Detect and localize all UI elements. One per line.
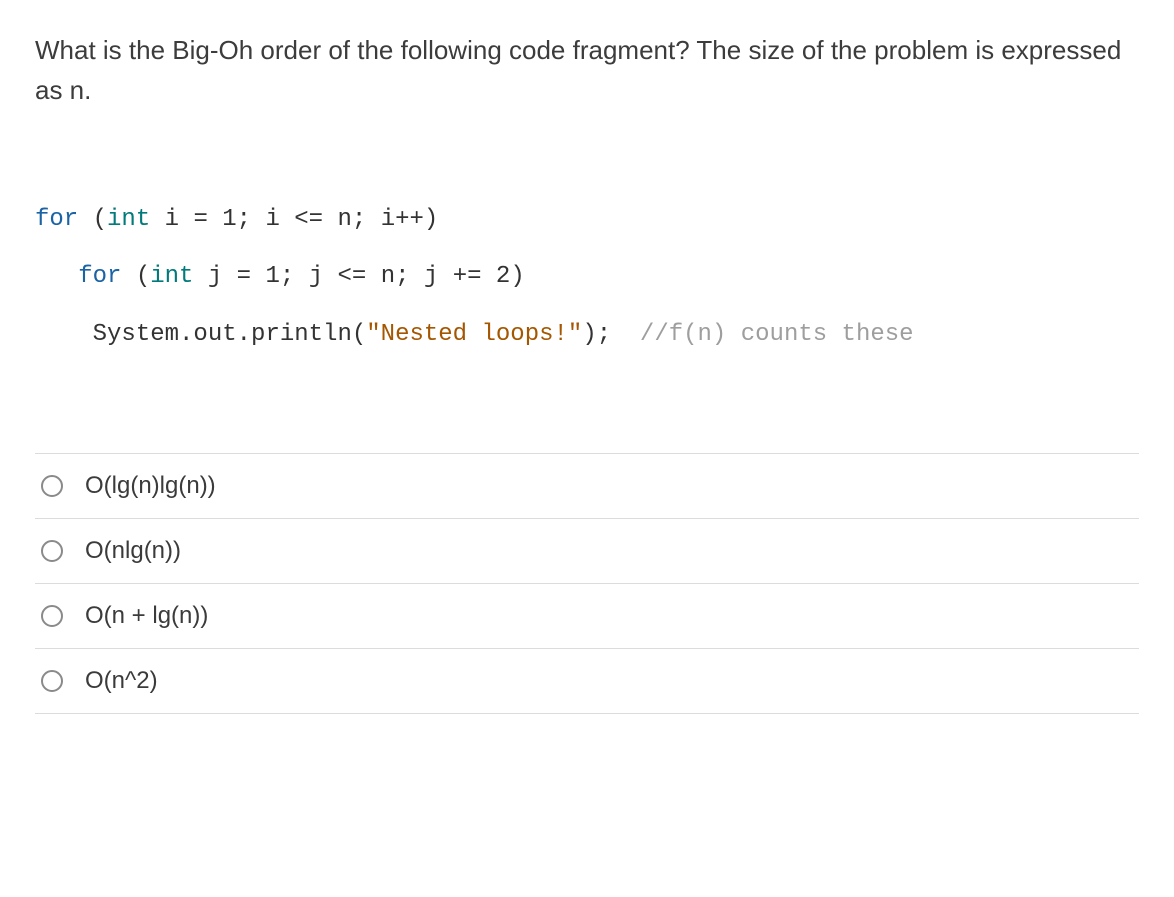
keyword-for: for — [78, 263, 121, 290]
code-line-3: System.out.println("Nested loops!"); //f… — [35, 321, 914, 348]
code-text: ( — [78, 206, 107, 233]
radio-icon — [41, 605, 63, 627]
code-indent — [35, 321, 93, 348]
radio-icon — [41, 670, 63, 692]
option-3[interactable]: O(n + lg(n)) — [35, 583, 1139, 648]
code-text: j = 1; j <= n; j += 2) — [193, 263, 524, 290]
type-int: int — [150, 263, 193, 290]
option-label: O(n + lg(n)) — [85, 602, 208, 630]
code-line-1: for (int i = 1; i <= n; i++) — [35, 206, 438, 233]
option-label: O(nlg(n)) — [85, 537, 181, 565]
option-label: O(n^2) — [85, 667, 158, 695]
code-line-2: for (int j = 1; j <= n; j += 2) — [35, 263, 525, 290]
radio-icon — [41, 475, 63, 497]
code-text: ( — [121, 263, 150, 290]
string-literal: "Nested loops!" — [366, 321, 582, 348]
radio-icon — [41, 540, 63, 562]
answer-options: O(lg(n)lg(n)) O(nlg(n)) O(n + lg(n)) O(n… — [35, 453, 1139, 714]
type-int: int — [107, 206, 150, 233]
option-4[interactable]: O(n^2) — [35, 648, 1139, 714]
comment: //f(n) counts these — [640, 321, 914, 348]
option-2[interactable]: O(nlg(n)) — [35, 518, 1139, 583]
code-indent — [35, 263, 78, 290]
question-text: What is the Big-Oh order of the followin… — [35, 30, 1139, 111]
option-label: O(lg(n)lg(n)) — [85, 472, 216, 500]
code-text: ); — [582, 321, 640, 348]
code-text: System.out.println( — [93, 321, 367, 348]
option-1[interactable]: O(lg(n)lg(n)) — [35, 453, 1139, 518]
code-fragment: for (int i = 1; i <= n; i++) for (int j … — [35, 191, 1139, 364]
keyword-for: for — [35, 206, 78, 233]
code-text: i = 1; i <= n; i++) — [150, 206, 438, 233]
